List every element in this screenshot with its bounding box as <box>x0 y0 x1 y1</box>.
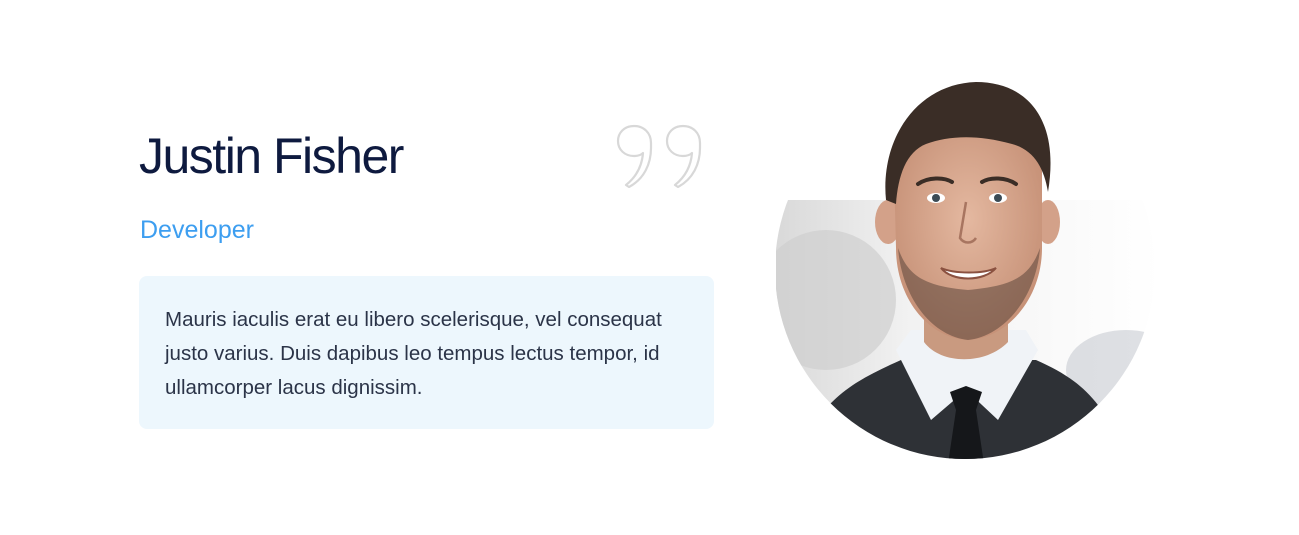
quote-icon <box>616 124 702 188</box>
person-role: Developer <box>140 216 254 244</box>
person-photo <box>776 80 1155 459</box>
quote-text: Mauris iaculis erat eu libero scelerisqu… <box>165 308 662 399</box>
quote-box: Mauris iaculis erat eu libero scelerisqu… <box>139 276 714 429</box>
testimonial-card: Justin Fisher Developer Mauris iaculis e… <box>0 0 1299 535</box>
person-name: Justin Fisher <box>139 128 404 184</box>
